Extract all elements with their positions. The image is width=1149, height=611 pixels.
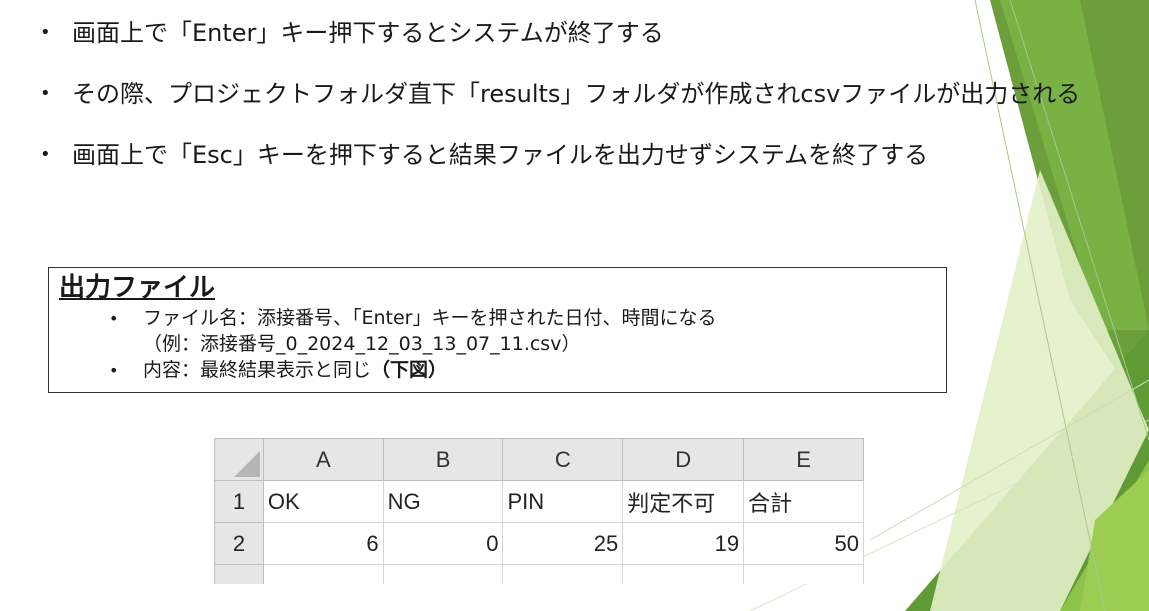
spreadsheet-grid: A B C D E 1 OK NG PIN 判定不可 合計 2 6 0 25 1…	[214, 438, 864, 584]
output-file-title: 出力ファイル	[59, 273, 216, 303]
output-file-box: 出力ファイル • ファイル名：添接番号、「Enter」キーを押された日付、時間にな…	[48, 267, 947, 393]
bullet-text: 画面上で「Esc」キーを押下すると結果ファイルを出力せずシステムを終了する	[72, 141, 929, 169]
column-header-c[interactable]: C	[502, 438, 624, 481]
table-cell[interactable]	[382, 564, 504, 584]
bullet-text: その際、プロジェクトフォルダ直下「results」フォルダが作成されcsvファイ…	[72, 80, 1081, 108]
row-header[interactable]	[214, 564, 264, 584]
table-cell[interactable]: 19	[622, 522, 745, 565]
bullet-item: • 画面上で「Esc」キーを押下すると結果ファイルを出力せずシステムを終了する	[40, 140, 928, 170]
filename-line: • ファイル名：添接番号、「Enter」キーを押された日付、時間になる	[109, 306, 717, 331]
content-text: 内容：最終結果表示と同じ	[143, 359, 372, 381]
bullet-dot: •	[40, 83, 51, 104]
bullet-dot: •	[40, 22, 51, 43]
column-header-d[interactable]: D	[622, 438, 745, 481]
column-header-row: A B C D E	[214, 438, 864, 481]
filename-text: ファイル名：添接番号、「Enter」キーを押された日付、時間になる	[143, 307, 717, 329]
column-header-b[interactable]: B	[382, 438, 504, 481]
select-all-corner[interactable]	[214, 438, 264, 481]
table-row: 1 OK NG PIN 判定不可 合計	[214, 480, 864, 523]
table-cell[interactable]: NG	[382, 480, 504, 523]
column-header-e[interactable]: E	[743, 438, 864, 481]
content-line: • 内容：最終結果表示と同じ（下図）	[109, 358, 447, 383]
content-figure-ref: （下図）	[371, 359, 448, 381]
bullet-dot: •	[109, 361, 119, 380]
spreadsheet-preview: A B C D E 1 OK NG PIN 判定不可 合計 2 6 0 25 1…	[214, 438, 864, 584]
table-cell[interactable]: OK	[262, 480, 384, 523]
row-header[interactable]: 2	[214, 522, 264, 565]
table-cell[interactable]: 0	[382, 522, 504, 565]
bullet-item: • 画面上で「Enter」キー押下するとシステムが終了する	[40, 18, 664, 48]
bullet-item: • その際、プロジェクトフォルダ直下「results」フォルダが作成されcsvファ…	[40, 79, 1080, 109]
table-cell[interactable]: 25	[502, 522, 624, 565]
table-cell[interactable]: 50	[743, 522, 864, 565]
table-cell[interactable]: 合計	[743, 480, 864, 523]
select-all-triangle-icon	[233, 451, 260, 477]
table-cell[interactable]: 判定不可	[622, 480, 745, 523]
table-cell[interactable]	[502, 564, 624, 584]
table-cell[interactable]	[743, 564, 864, 584]
bullet-dot: •	[40, 144, 51, 165]
table-cell[interactable]	[622, 564, 745, 584]
filename-example: （例：添接番号_0_2024_12_03_13_07_11.csv）	[143, 333, 581, 355]
bullet-dot: •	[109, 309, 119, 328]
table-cell[interactable]: PIN	[502, 480, 624, 523]
column-header-a[interactable]: A	[262, 438, 384, 481]
table-row	[214, 564, 864, 584]
table-cell[interactable]	[262, 564, 384, 584]
table-row: 2 6 0 25 19 50	[214, 522, 864, 565]
row-header[interactable]: 1	[214, 480, 264, 523]
bullet-text: 画面上で「Enter」キー押下するとシステムが終了する	[72, 19, 664, 47]
table-cell[interactable]: 6	[262, 522, 384, 565]
